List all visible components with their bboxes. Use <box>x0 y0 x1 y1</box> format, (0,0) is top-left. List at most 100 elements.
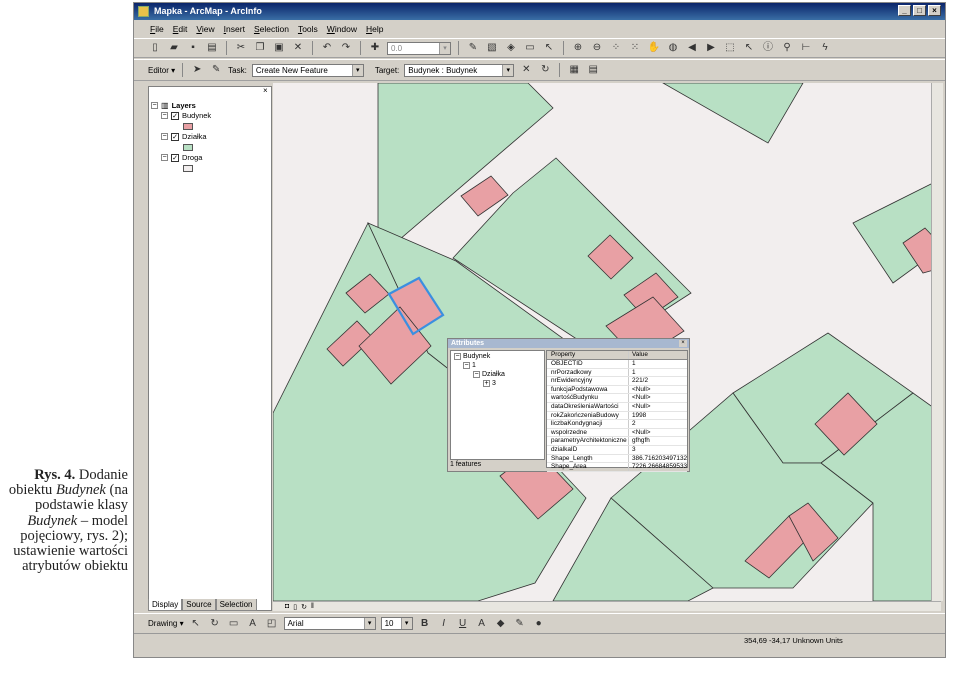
callout-icon[interactable]: ◰ <box>265 617 279 630</box>
menu-window[interactable]: Window <box>327 24 357 34</box>
pan-icon[interactable]: ✋ <box>647 42 661 55</box>
toc-layer-budynek[interactable]: − ✓ Budynek <box>161 111 211 120</box>
attribute-row[interactable]: wartośćBudynku <Null> <box>547 394 687 403</box>
attribute-value[interactable]: <Null> <box>629 394 687 402</box>
save-icon[interactable]: ▪ <box>186 42 200 55</box>
layout-view-icon[interactable]: ▯ <box>293 603 297 611</box>
menu-tools[interactable]: Tools <box>298 24 318 34</box>
attribute-value[interactable]: 7226.26684859533 <box>629 463 687 471</box>
find-icon[interactable]: ⚲ <box>780 42 794 55</box>
attribute-value[interactable]: 3 <box>629 446 687 454</box>
attribute-row[interactable]: Shape_Length 386.716203497132 <box>547 454 687 464</box>
open-folder-icon[interactable]: ▰ <box>167 42 181 55</box>
bold-icon[interactable]: B <box>418 617 432 630</box>
line-color-icon[interactable]: ✎ <box>513 617 527 630</box>
layer-symbol-droga[interactable] <box>183 165 193 172</box>
arctoolbox-icon[interactable]: ▧ <box>485 42 499 55</box>
add-data-icon[interactable]: ✚ <box>368 42 382 55</box>
attribute-row[interactable]: Shape_Area 7226.26684859533 <box>547 463 687 472</box>
cut-icon[interactable]: ✂ <box>234 42 248 55</box>
collapse-icon[interactable]: − <box>161 112 168 119</box>
forward-extent-icon[interactable]: ▶ <box>704 42 718 55</box>
attribute-value[interactable]: 386.716203497132 <box>629 455 687 463</box>
font-dropdown[interactable]: Arial <box>283 617 376 630</box>
hyperlink-icon[interactable]: ϟ <box>818 42 832 55</box>
attribute-value[interactable]: 1 <box>629 360 687 368</box>
attribute-value[interactable]: 2 <box>629 420 687 428</box>
menu-view[interactable]: View <box>196 24 214 34</box>
layer-visibility-checkbox[interactable]: ✓ <box>171 111 179 120</box>
map-horizontal-scrollbar[interactable]: ◘ ▯ ↻ ‖ <box>273 601 941 611</box>
editor-menu[interactable]: Editor ▾ <box>148 66 175 75</box>
attribute-row[interactable]: liczbaKondygnacji 2 <box>547 420 687 429</box>
select-elements-icon[interactable]: ↖ <box>189 617 203 630</box>
fixed-zoom-out-icon[interactable]: ⁙ <box>628 42 642 55</box>
tab-selection[interactable]: Selection <box>215 599 257 611</box>
undo-icon[interactable]: ↶ <box>320 42 334 55</box>
toc-layer-droga[interactable]: − ✓ Droga <box>161 153 202 162</box>
attribute-row[interactable]: OBJECTID 1 <box>547 360 687 369</box>
measure-icon[interactable]: ⊢ <box>799 42 813 55</box>
tree-node-related[interactable]: + 3 <box>483 380 496 387</box>
select-features-icon[interactable]: ⬚ <box>723 42 737 55</box>
fill-color-icon[interactable]: ◆ <box>494 617 508 630</box>
marker-color-icon[interactable]: ● <box>532 617 546 630</box>
attribute-row[interactable]: dzialkaID 3 <box>547 445 687 455</box>
rotate-icon[interactable]: ↻ <box>208 617 222 630</box>
rotate-tool-icon[interactable]: ↻ <box>538 64 552 77</box>
redo-icon[interactable]: ↷ <box>339 42 353 55</box>
toc-root[interactable]: − ▥ Layers <box>151 101 196 110</box>
pause-draw-icon[interactable]: ‖ <box>311 603 314 610</box>
attribute-value[interactable]: 1998 <box>629 412 687 420</box>
attribute-row[interactable]: wspolrzedne <Null> <box>547 428 687 438</box>
tree-node-feature[interactable]: − 1 <box>463 362 476 369</box>
map-vertical-scrollbar[interactable] <box>931 83 943 601</box>
delete-icon[interactable]: ✕ <box>291 42 305 55</box>
attribute-value[interactable]: <Null> <box>629 429 687 437</box>
back-extent-icon[interactable]: ◀ <box>685 42 699 55</box>
window-icon[interactable]: ▭ <box>523 42 537 55</box>
italic-icon[interactable]: I <box>437 617 451 630</box>
collapse-icon[interactable]: − <box>151 102 158 109</box>
split-tool-icon[interactable]: ✕ <box>519 64 533 77</box>
minimize-button[interactable]: _ <box>898 5 911 16</box>
column-header-value[interactable]: Value <box>629 351 687 359</box>
drawing-menu[interactable]: Drawing ▾ <box>148 619 184 628</box>
tree-node-dzialka[interactable]: − Działka <box>473 371 505 378</box>
copy-icon[interactable]: ❐ <box>253 42 267 55</box>
menu-selection[interactable]: Selection <box>254 24 289 34</box>
menu-file[interactable]: File <box>150 24 164 34</box>
zoom-out-icon[interactable]: ⊖ <box>590 42 604 55</box>
attribute-row[interactable]: rokZakończeniaBudowy 1998 <box>547 411 687 421</box>
collapse-icon[interactable]: − <box>161 154 168 161</box>
layer-visibility-checkbox[interactable]: ✓ <box>171 132 179 141</box>
attribute-row[interactable]: nrEwidencyjny 221/2 <box>547 377 687 386</box>
new-document-icon[interactable]: ▯ <box>148 42 162 55</box>
collapse-icon[interactable]: − <box>454 353 461 360</box>
attribute-value[interactable]: gfhgfh <box>629 437 687 445</box>
select-elements-icon[interactable]: ↖ <box>742 42 756 55</box>
menu-insert[interactable]: Insert <box>224 24 245 34</box>
expand-icon[interactable]: + <box>483 380 490 387</box>
attributes-icon[interactable]: ▦ <box>567 64 581 77</box>
tree-node-budynek[interactable]: − Budynek <box>454 353 490 360</box>
task-dropdown[interactable]: Create New Feature <box>251 63 364 77</box>
map-scale-dropdown[interactable]: 0.0 <box>387 41 451 55</box>
close-button[interactable]: × <box>928 5 941 16</box>
attribute-value[interactable]: <Null> <box>629 386 687 394</box>
zoom-in-icon[interactable]: ⊕ <box>571 42 585 55</box>
arccatalog-icon[interactable]: ◈ <box>504 42 518 55</box>
layer-symbol-dzialka[interactable] <box>183 144 193 151</box>
menu-help[interactable]: Help <box>366 24 383 34</box>
data-view-icon[interactable]: ◘ <box>285 603 289 610</box>
font-color-icon[interactable]: A <box>475 617 489 630</box>
attribute-row[interactable]: nrPorzadkowy 1 <box>547 368 687 378</box>
attribute-row[interactable]: funkcjaPodstawowa <Null> <box>547 385 687 395</box>
rectangle-icon[interactable]: ▭ <box>227 617 241 630</box>
refresh-icon[interactable]: ↻ <box>301 603 307 611</box>
attribute-value[interactable]: 1 <box>629 369 687 377</box>
attribute-value[interactable]: 221/2 <box>629 377 687 385</box>
full-extent-icon[interactable]: ◍ <box>666 42 680 55</box>
print-icon[interactable]: ▤ <box>205 42 219 55</box>
attribute-row[interactable]: parametryArchitektoniczne gfhgfh <box>547 437 687 446</box>
